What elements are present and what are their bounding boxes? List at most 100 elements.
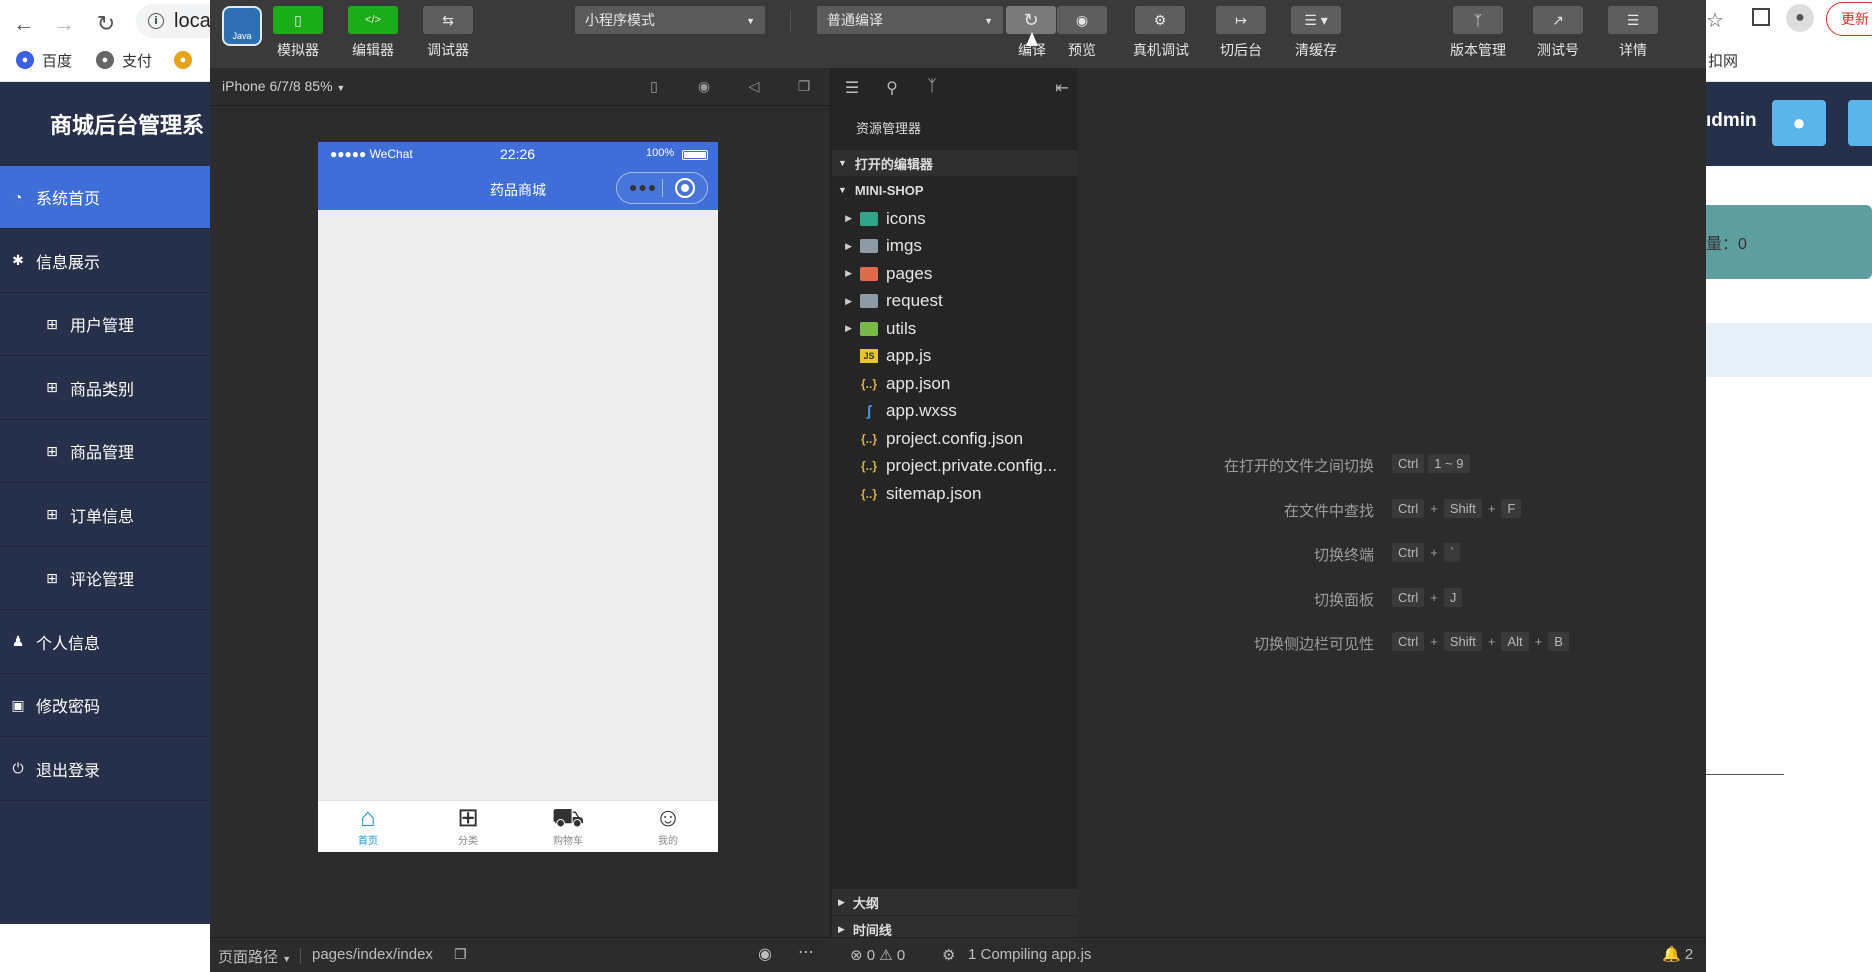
file-tree-item[interactable]: {..} app.json: [832, 370, 1078, 397]
logout-square-button[interactable]: [1848, 100, 1872, 146]
simulator-toggle-button[interactable]: ▯: [273, 6, 323, 34]
user-icon: ●: [1792, 110, 1806, 135]
bookmark-pay[interactable]: ● 支付: [96, 48, 152, 72]
close-miniprogram-icon[interactable]: [675, 178, 695, 198]
search-icon[interactable]: ⚲: [882, 78, 902, 98]
popout-icon[interactable]: ❐: [795, 78, 813, 96]
admin-menu-item[interactable]: ♟ 个人信息: [0, 611, 210, 674]
profile-icon[interactable]: ●: [1786, 4, 1814, 32]
key-cap: Ctrl: [1392, 587, 1425, 607]
bookmark-baidu[interactable]: ● 百度: [16, 48, 72, 72]
admin-menu-item[interactable]: ⏻ 退出登录: [0, 738, 210, 801]
admin-menu-item[interactable]: ✱ 信息展示: [0, 230, 210, 293]
file-name: app.json: [886, 373, 951, 393]
info-icon: i: [148, 13, 164, 29]
copy-icon[interactable]: ❐: [454, 946, 467, 963]
home-icon: ⌂: [360, 802, 376, 832]
details-button[interactable]: ☰: [1608, 6, 1658, 34]
compile-status: 1 Compiling app.js: [968, 946, 1092, 963]
compile-button[interactable]: ↻: [1006, 6, 1056, 34]
key-cap: 1 ~ 9: [1428, 454, 1470, 473]
tab-item[interactable]: ⊞ 分类: [418, 802, 518, 852]
outline-section[interactable]: ▶ 大纲: [832, 889, 1078, 915]
test-button[interactable]: ↗: [1533, 6, 1583, 34]
editor-toggle-button[interactable]: </>: [348, 6, 398, 34]
reload-icon[interactable]: ↻: [88, 6, 124, 42]
phone-icon[interactable]: ▯: [645, 78, 663, 96]
file-tree-item[interactable]: ▶ utils: [832, 315, 1078, 342]
file-tree-item[interactable]: {..} project.config.json: [832, 425, 1078, 452]
background-button[interactable]: ↦: [1216, 6, 1266, 34]
admin-menu-item[interactable]: ⊞ 用户管理: [0, 293, 210, 356]
key-cap: J: [1443, 587, 1463, 607]
tab-item[interactable]: ⛟ 购物车: [518, 802, 618, 852]
warning-icon: ⚠: [879, 947, 893, 964]
project-section[interactable]: ▼ MINI-SHOP: [832, 177, 1078, 203]
file-tree-item[interactable]: ▶ icons: [832, 205, 1078, 232]
preview-label: 预览: [1068, 42, 1096, 58]
admin-menu-label: 修改密码: [36, 699, 101, 716]
volume-icon[interactable]: ◁: [745, 78, 763, 96]
lock-icon: ▣: [11, 696, 25, 713]
forward-icon[interactable]: →: [46, 6, 82, 42]
git-branch-icon[interactable]: ᛉ: [922, 78, 942, 98]
version-label: 版本管理: [1450, 42, 1506, 58]
device-select[interactable]: iPhone 6/7/8 85% ▼: [222, 78, 345, 94]
update-button[interactable]: 更新: [1826, 2, 1872, 36]
error-icon: ⊗: [850, 947, 863, 964]
shortcut-keys: Ctrl + J: [1390, 587, 1464, 607]
admin-menu-item[interactable]: ⊞ 评论管理: [0, 547, 210, 610]
admin-menu-item[interactable]: ▣ 修改密码: [0, 674, 210, 737]
plus-sign: +: [1487, 634, 1496, 649]
menu-icon: ☰: [1626, 11, 1640, 28]
list-icon[interactable]: ☰: [842, 78, 862, 98]
json-file-icon: {..}: [860, 459, 877, 473]
key-cap: Shift: [1443, 632, 1482, 651]
user-avatar-button[interactable]: ●: [1772, 100, 1826, 146]
bell-icon: 🔔: [1662, 946, 1681, 963]
version-button[interactable]: ᛉ: [1453, 6, 1503, 34]
shortcut-keys: Ctrl + `: [1390, 543, 1462, 562]
admin-menu-item[interactable]: ⊞ 商品管理: [0, 420, 210, 483]
star-icon[interactable]: ☆: [1706, 8, 1724, 33]
file-tree-item[interactable]: ▶ request: [832, 288, 1078, 315]
tab-item[interactable]: ☺ 我的: [618, 802, 718, 852]
phone-screen[interactable]: [318, 142, 718, 852]
folder-icon: [860, 266, 878, 281]
eye-icon[interactable]: ◉: [758, 944, 772, 964]
back-icon[interactable]: ←: [6, 6, 42, 42]
file-tree-item[interactable]: ▶ pages: [832, 260, 1078, 287]
collapse-panel-icon[interactable]: ⇤: [1052, 78, 1072, 98]
bookmark-lion[interactable]: ●: [174, 48, 200, 72]
remote-debug-button[interactable]: ⚙: [1135, 6, 1185, 34]
file-tree-item[interactable]: ʃ app.wxss: [832, 398, 1078, 425]
open-editors-section[interactable]: ▼ 打开的编辑器: [832, 150, 1078, 176]
admin-menu-item[interactable]: ⊞ 商品类别: [0, 357, 210, 420]
tab-item[interactable]: ⌂ 首页: [318, 802, 418, 852]
page-path-select[interactable]: 页面路径 ▼: [218, 946, 291, 967]
capsule-button[interactable]: ●●●: [616, 172, 708, 204]
admin-menu-item[interactable]: ⊞ 订单信息: [0, 484, 210, 547]
problems-indicator[interactable]: ⊗ 0 ⚠ 0: [850, 946, 905, 964]
file-tree-item[interactable]: JS app.js: [832, 343, 1078, 370]
page-path[interactable]: pages/index/index: [312, 946, 433, 963]
folder-icon: [860, 239, 878, 253]
file-name: app.wxss: [886, 401, 957, 420]
debugger-toggle-button[interactable]: ⇆: [423, 6, 473, 34]
file-tree-item[interactable]: ▶ imgs: [832, 233, 1078, 260]
key-cap: B: [1548, 632, 1569, 651]
admin-menu-label: 用户管理: [70, 318, 135, 335]
bookmark-tail[interactable]: 扣网: [1708, 50, 1738, 71]
more-icon[interactable]: ⋯: [798, 942, 814, 962]
clear-cache-button[interactable]: ☰ ▾: [1291, 6, 1341, 34]
admin-menu-label: 订单信息: [70, 508, 135, 526]
admin-menu-item[interactable]: ◔ 系统首页: [0, 166, 210, 229]
more-icon[interactable]: ●●●: [629, 179, 657, 195]
plus-sign: +: [1430, 545, 1438, 560]
compile-select[interactable]: 普通编译 ▼: [817, 6, 1003, 34]
notifications[interactable]: 🔔 2: [1662, 945, 1693, 963]
mode-select[interactable]: 小程序模式 ▼: [575, 6, 765, 34]
sidepanel-icon[interactable]: [1752, 8, 1770, 26]
record-icon[interactable]: ◉: [695, 78, 713, 96]
preview-button[interactable]: ◉: [1057, 6, 1107, 34]
